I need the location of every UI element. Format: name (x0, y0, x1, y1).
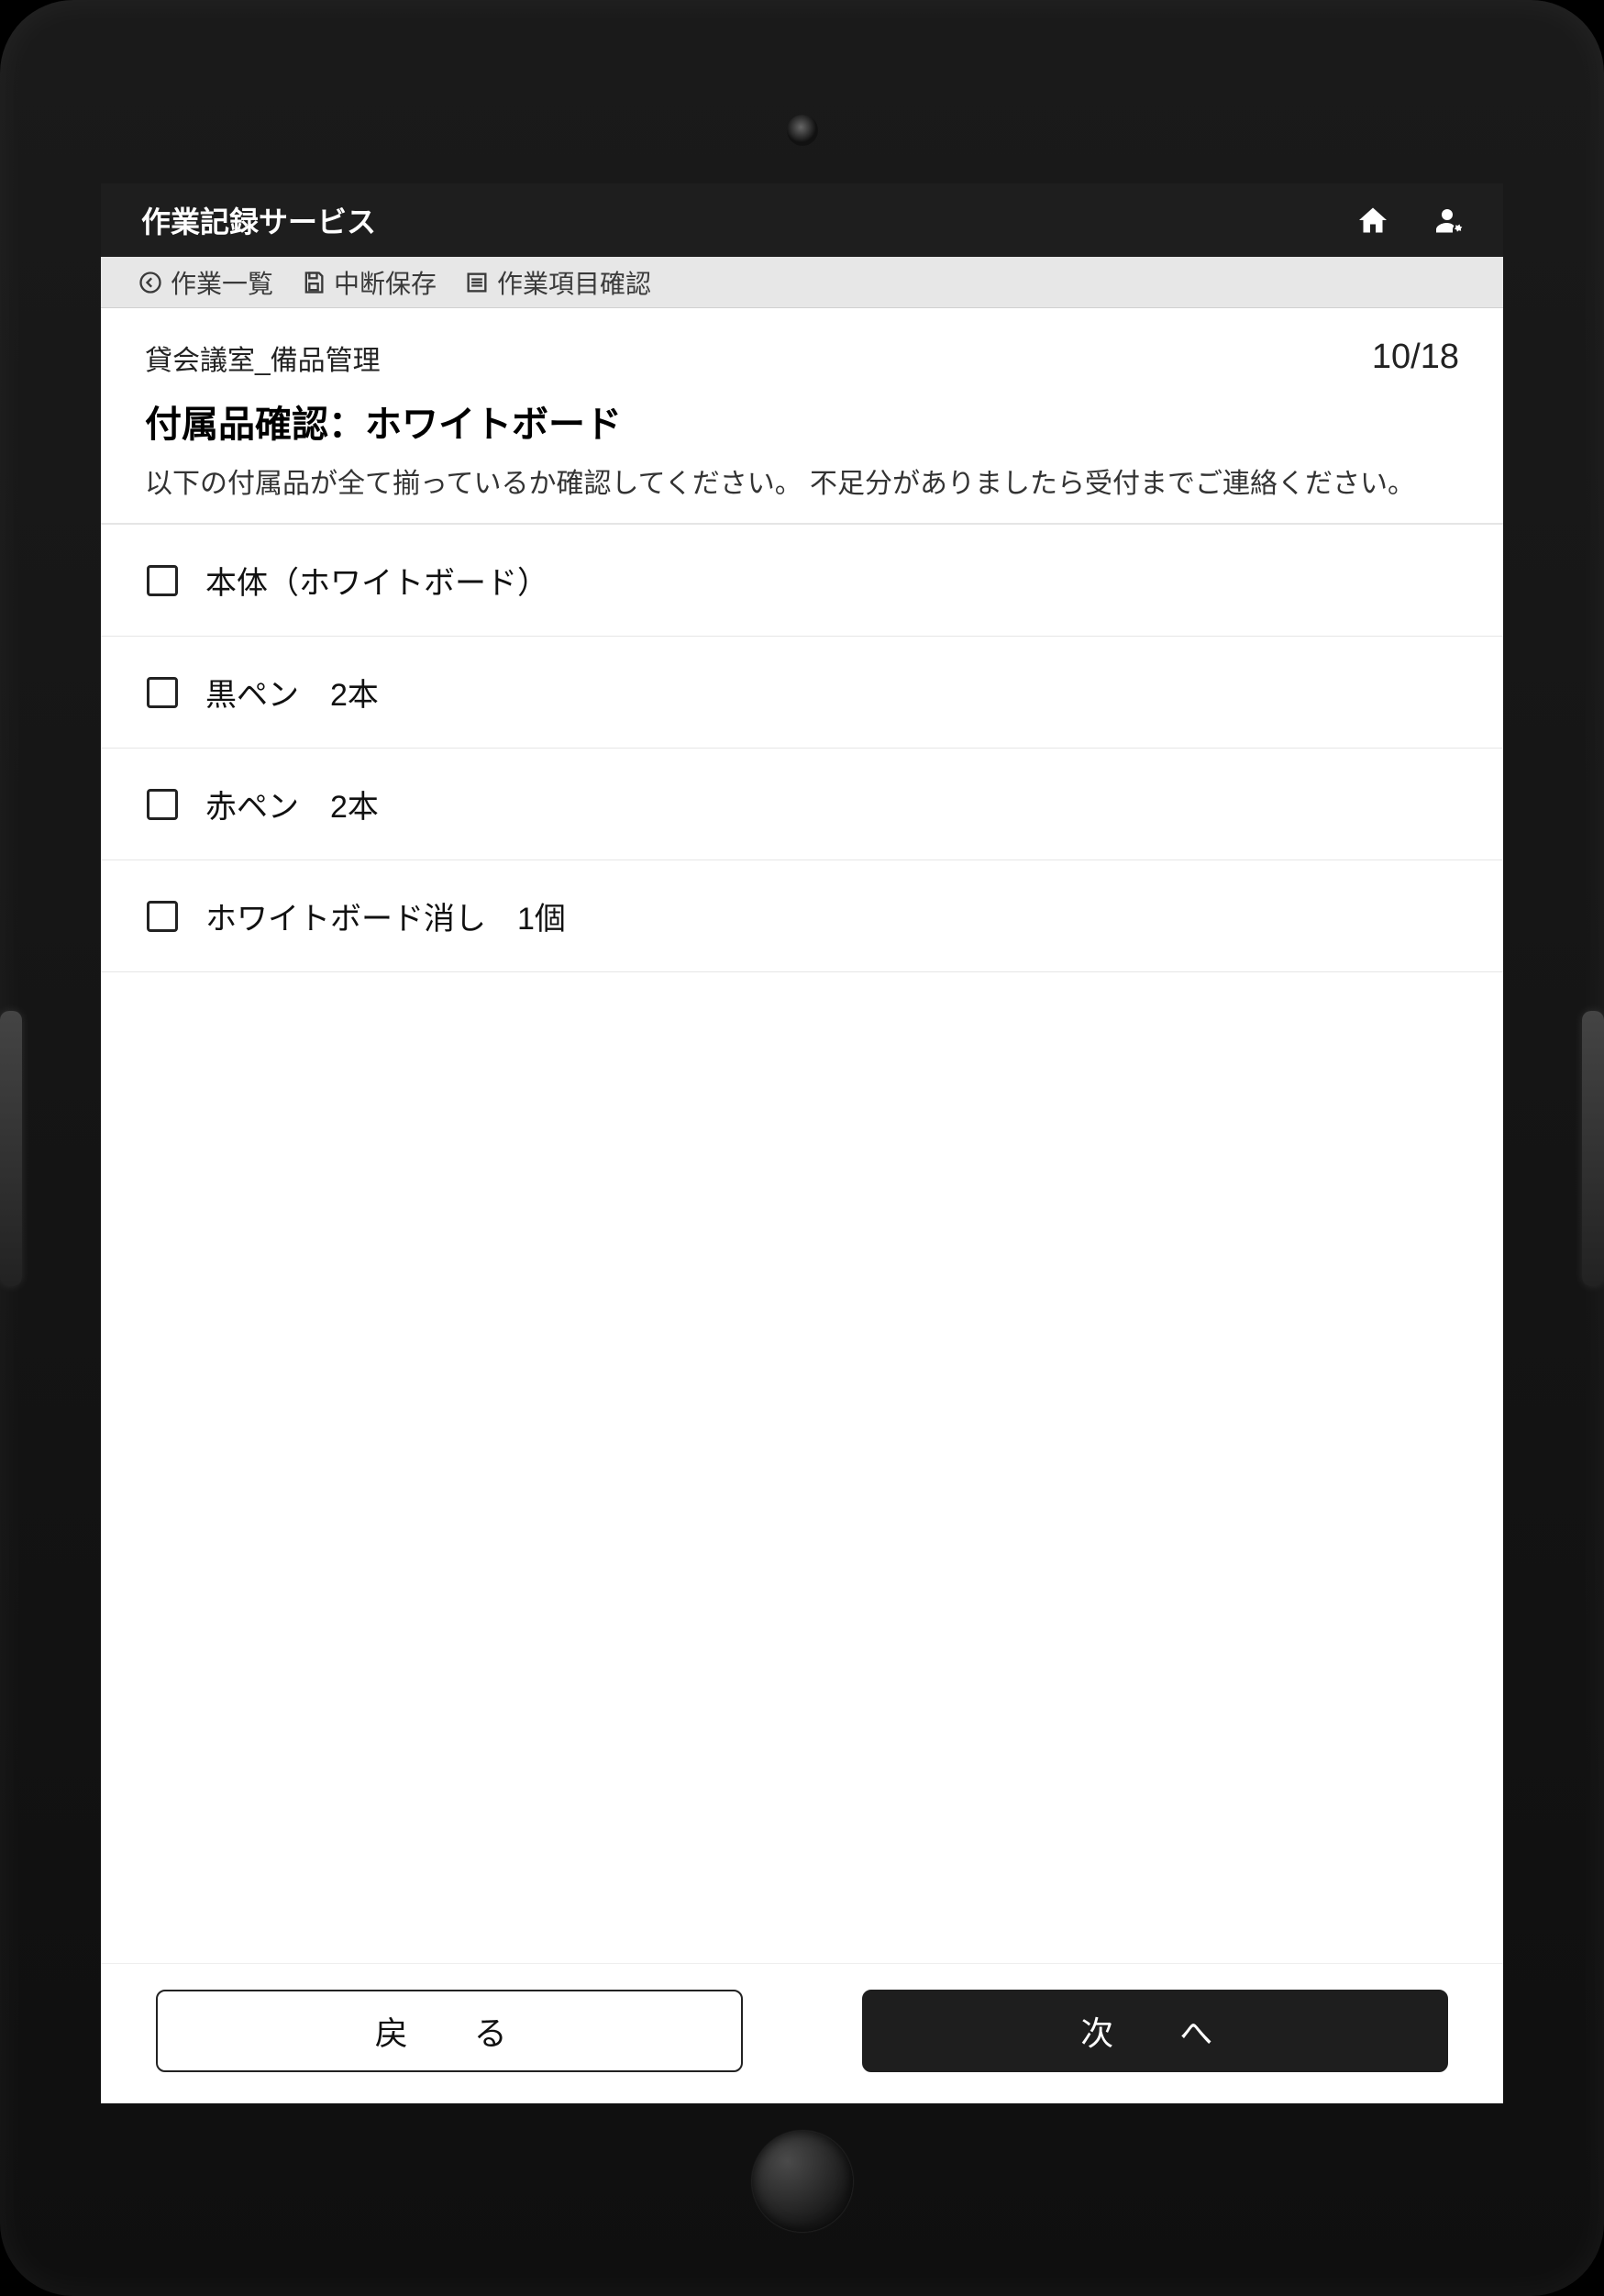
checkbox-icon[interactable] (147, 901, 178, 932)
user-settings-icon[interactable] (1433, 204, 1466, 237)
back-button[interactable]: 戻 る (156, 1990, 743, 2072)
checklist-item-label: 赤ペン 2本 (205, 782, 379, 826)
toolbar: 作業一覧 中断保存 作業項目確認 (101, 257, 1503, 308)
checkbox-icon[interactable] (147, 789, 178, 820)
toolbar-task-list[interactable]: 作業一覧 (138, 264, 273, 301)
checklist-item-label: 黒ペン 2本 (205, 670, 379, 715)
app-header: 作業記録サービス (101, 183, 1503, 257)
next-button[interactable]: 次 へ (862, 1990, 1449, 2072)
app-screen: 作業記録サービス 作業一覧 中断保存 作業項目確認 (101, 183, 1503, 2103)
header-icons (1356, 204, 1466, 237)
page-counter: 10/18 (1372, 338, 1459, 377)
app-title: 作業記録サービス (141, 199, 1356, 241)
toolbar-item-confirm-label: 作業項目確認 (497, 264, 651, 301)
footer: 戻 る 次 へ (101, 1963, 1503, 2103)
toolbar-pause-save[interactable]: 中断保存 (301, 264, 437, 301)
checklist-item[interactable]: 本体（ホワイトボード） (101, 525, 1503, 637)
section-header: 貸会議室_備品管理 10/18 付属品確認：ホワイトボード 以下の付属品が全て揃… (101, 308, 1503, 525)
section-description: 以下の付属品が全て揃っているか確認してください。 不足分がありましたら受付までご… (145, 460, 1459, 501)
breadcrumb: 貸会議室_備品管理 (145, 338, 381, 378)
checklist-item-label: 本体（ホワイトボード） (205, 558, 548, 603)
checklist-item[interactable]: ホワイトボード消し 1個 (101, 860, 1503, 972)
toolbar-pause-save-label: 中断保存 (334, 264, 437, 301)
checklist-item[interactable]: 黒ペン 2本 (101, 637, 1503, 749)
section-title: 付属品確認：ホワイトボード (145, 394, 1459, 448)
toolbar-item-confirm[interactable]: 作業項目確認 (464, 264, 651, 301)
checklist: 本体（ホワイトボード） 黒ペン 2本 赤ペン 2本 ホワイトボード消し 1個 (101, 525, 1503, 1963)
tablet-camera (787, 115, 818, 146)
checkbox-icon[interactable] (147, 565, 178, 596)
checkbox-icon[interactable] (147, 677, 178, 708)
home-icon[interactable] (1356, 204, 1389, 237)
checklist-item[interactable]: 赤ペン 2本 (101, 749, 1503, 860)
tablet-home-button[interactable] (752, 2131, 853, 2232)
checklist-item-label: ホワイトボード消し 1個 (205, 893, 566, 938)
tablet-frame: 作業記録サービス 作業一覧 中断保存 作業項目確認 (0, 0, 1604, 2296)
toolbar-task-list-label: 作業一覧 (171, 264, 273, 301)
